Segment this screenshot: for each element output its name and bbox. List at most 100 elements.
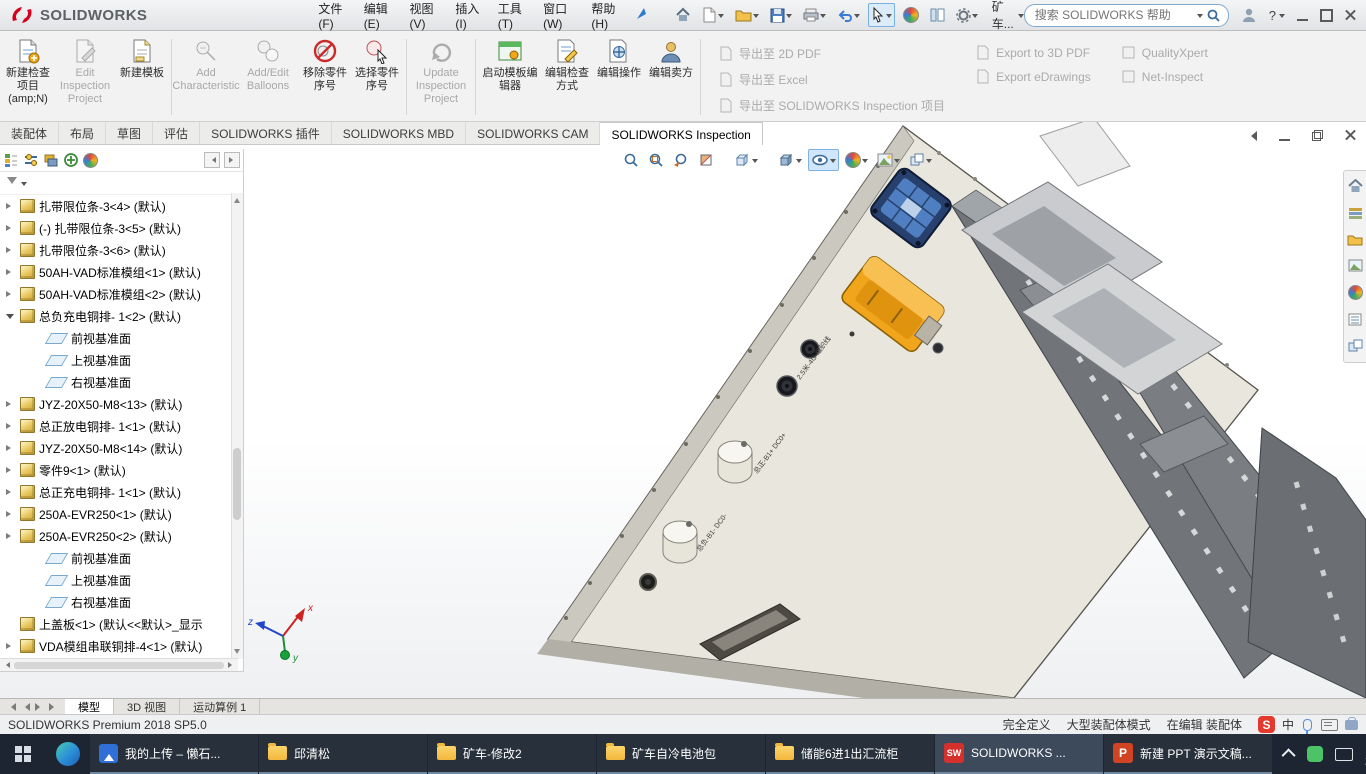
featuremanager-tree-icon[interactable]: [3, 152, 19, 168]
round-connector-2[interactable]: [776, 375, 798, 397]
pin-menubar-icon[interactable]: [636, 6, 650, 25]
expand-arrow-icon[interactable]: [6, 222, 16, 234]
home-button[interactable]: [672, 3, 694, 27]
select-tool-button[interactable]: [867, 3, 895, 27]
design-library-icon[interactable]: [1348, 206, 1363, 220]
tree-item[interactable]: 总正充电铜排- 1<1> (默认): [0, 481, 243, 503]
tree-item[interactable]: 上视基准面: [0, 349, 243, 371]
menu-help[interactable]: 帮助(H): [583, 0, 629, 35]
view-settings-button[interactable]: [906, 149, 935, 171]
tree-item[interactable]: 右视基准面: [0, 371, 243, 393]
previous-view-button[interactable]: [670, 149, 692, 171]
relay-2[interactable]: [662, 520, 698, 564]
scroll-left-icon[interactable]: [3, 662, 10, 668]
dimxpertmanager-icon[interactable]: [63, 152, 79, 168]
tab-sketch[interactable]: 草图: [106, 122, 154, 144]
ime-keyboard-icon[interactable]: [1321, 718, 1338, 731]
drawing-options-button[interactable]: [927, 3, 948, 27]
taskbar-app-upload[interactable]: 我的上传 – 懒石...: [90, 734, 258, 774]
user-account-icon[interactable]: [1241, 7, 1257, 23]
tab-sw-mbd[interactable]: SOLIDWORKS MBD: [332, 122, 467, 144]
expand-arrow-icon[interactable]: [6, 508, 16, 520]
last-tab-button[interactable]: [49, 702, 58, 711]
tree-item[interactable]: 前视基准面: [0, 547, 243, 569]
hide-show-items-button[interactable]: [808, 149, 839, 171]
taskbar-folder-busbar-cabinet[interactable]: 储能6进1出汇流柜: [766, 734, 934, 774]
tab-layout[interactable]: 布局: [59, 122, 107, 144]
menu-edit[interactable]: 编辑(E): [356, 0, 402, 35]
scrollbar-thumb[interactable]: [233, 448, 241, 520]
ime-logo-icon[interactable]: S: [1257, 716, 1275, 733]
tree-item[interactable]: 前视基准面: [0, 327, 243, 349]
large-assembly-mode-status[interactable]: 大型装配体模式: [1067, 716, 1151, 733]
taskbar-folder-qiuqingsong[interactable]: 邱清松: [259, 734, 427, 774]
tree-item[interactable]: 上盖板<1> (默认<<默认>_显示: [0, 613, 243, 635]
select-balloons-button[interactable]: 选择零件序号: [351, 33, 403, 121]
section-view-button[interactable]: [695, 149, 717, 171]
new-template-button[interactable]: 新建模板: [116, 33, 168, 121]
scroll-up-icon[interactable]: [234, 195, 240, 203]
tab-sw-cam[interactable]: SOLIDWORKS CAM: [466, 122, 601, 144]
pane-scroll-right-button[interactable]: [224, 152, 240, 168]
relay-1[interactable]: [717, 440, 753, 484]
tree-item[interactable]: 扎带限位条-3<6> (默认): [0, 239, 243, 261]
tray-overflow-button[interactable]: [1281, 748, 1296, 763]
tab-motion-study[interactable]: 运动算例 1: [180, 699, 261, 714]
zoom-fit-button[interactable]: [620, 149, 642, 171]
chevron-down-icon[interactable]: [21, 181, 27, 189]
displaymanager-icon[interactable]: [83, 152, 98, 168]
tree-item[interactable]: 总正放电铜排- 1<1> (默认): [0, 415, 243, 437]
scroll-down-icon[interactable]: [234, 649, 240, 657]
tree-item[interactable]: JYZ-20X50-M8<13> (默认): [0, 393, 243, 415]
search-input[interactable]: [1032, 7, 1192, 23]
tab-3d-views[interactable]: 3D 视图: [114, 699, 181, 714]
appearances-scenes-icon[interactable]: [1347, 285, 1363, 300]
tree-item[interactable]: 右视基准面: [0, 591, 243, 613]
tab-assembly[interactable]: 装配体: [0, 122, 60, 144]
ime-toolbox-icon[interactable]: [1345, 716, 1358, 730]
save-button[interactable]: [767, 3, 795, 27]
expand-arrow-icon[interactable]: [6, 486, 16, 498]
tree-item[interactable]: 50AH-VAD标准模组<1> (默认): [0, 261, 243, 283]
window-minimize-button[interactable]: [1297, 10, 1308, 21]
scrollbar-thumb[interactable]: [14, 661, 224, 669]
resources-home-icon[interactable]: [1347, 179, 1363, 193]
edit-vendor-button[interactable]: 编辑卖方: [645, 33, 697, 121]
new-document-button[interactable]: [699, 3, 727, 27]
tree-item[interactable]: VDA模组串联铜排-4<1> (默认): [0, 635, 243, 657]
new-inspection-project-button[interactable]: 新建检查项目(amp;N): [2, 33, 54, 121]
view-palette-icon[interactable]: [1348, 259, 1363, 272]
zoom-area-button[interactable]: [645, 149, 667, 171]
menu-file[interactable]: 文件(F): [310, 0, 355, 35]
tree-horizontal-scrollbar[interactable]: [0, 658, 238, 671]
tree-item[interactable]: 250A-EVR250<2> (默认): [0, 525, 243, 547]
expand-arrow-icon[interactable]: [6, 200, 16, 212]
tab-evaluate[interactable]: 评估: [153, 122, 201, 144]
ime-mode-indicator[interactable]: 中: [1282, 716, 1294, 733]
tree-item[interactable]: 零件9<1> (默认): [0, 459, 243, 481]
display-style-button[interactable]: [775, 149, 805, 171]
pane-scroll-left-button[interactable]: [204, 152, 220, 168]
taskbar-app-powerpoint[interactable]: P 新建 PPT 演示文稿...: [1104, 734, 1272, 774]
taskbar-folder-battery-pack[interactable]: 矿车自冷电池包: [597, 734, 765, 774]
doc-close-button[interactable]: [1345, 130, 1356, 141]
menu-tools[interactable]: 工具(T): [490, 0, 535, 35]
edit-operation-button[interactable]: 编辑操作: [593, 33, 645, 121]
view-orientation-button[interactable]: [731, 149, 761, 171]
collapse-pane-icon[interactable]: [1246, 130, 1257, 141]
file-explorer-icon[interactable]: [1347, 233, 1363, 246]
propertymanager-icon[interactable]: [23, 152, 39, 168]
tree-item[interactable]: 250A-EVR250<1> (默认): [0, 503, 243, 525]
document-switcher[interactable]: 矿车...: [992, 0, 1024, 32]
messenger-tray-icon[interactable]: [1307, 746, 1323, 762]
start-button[interactable]: [0, 734, 45, 774]
menu-view[interactable]: 视图(V): [402, 0, 448, 35]
expand-arrow-icon[interactable]: [6, 640, 16, 652]
ime-tray-icon[interactable]: [1335, 747, 1353, 761]
tree-vertical-scrollbar[interactable]: [231, 193, 243, 659]
expand-arrow-icon[interactable]: [6, 288, 16, 300]
search-icon[interactable]: [1207, 9, 1220, 22]
tab-model[interactable]: 模型: [65, 699, 114, 714]
collapse-arrow-icon[interactable]: [6, 310, 16, 322]
expand-arrow-icon[interactable]: [6, 530, 16, 542]
